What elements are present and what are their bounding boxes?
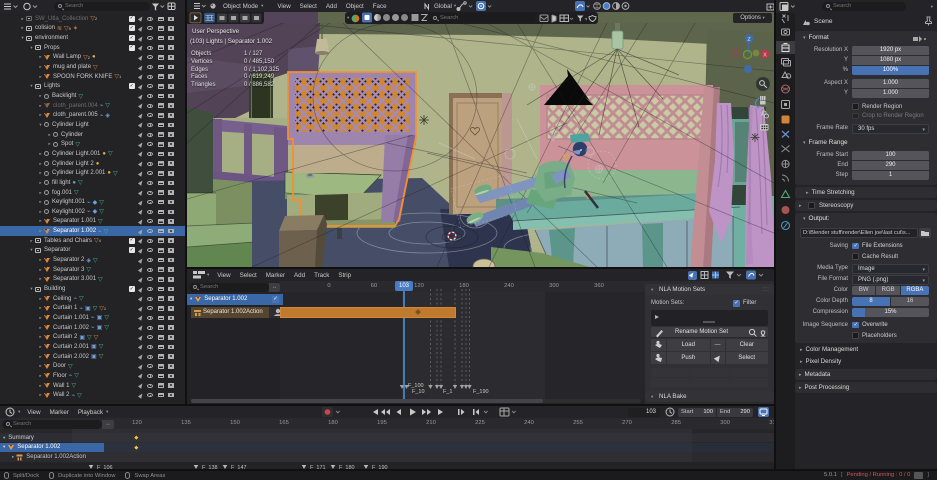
svg-text:F_10: F_10 <box>412 389 425 395</box>
svg-text:F_190: F_190 <box>473 389 489 395</box>
svg-text:F_180: F_180 <box>339 465 355 470</box>
svg-text:F_106: F_106 <box>97 465 113 470</box>
svg-text:F_147: F_147 <box>231 465 247 470</box>
svg-text:F_190: F_190 <box>372 465 388 470</box>
svg-text:F_171: F_171 <box>310 465 326 470</box>
svg-text:X: X <box>763 52 767 58</box>
svg-text:F_1: F_1 <box>443 389 452 395</box>
svg-text:F_138: F_138 <box>202 465 218 470</box>
